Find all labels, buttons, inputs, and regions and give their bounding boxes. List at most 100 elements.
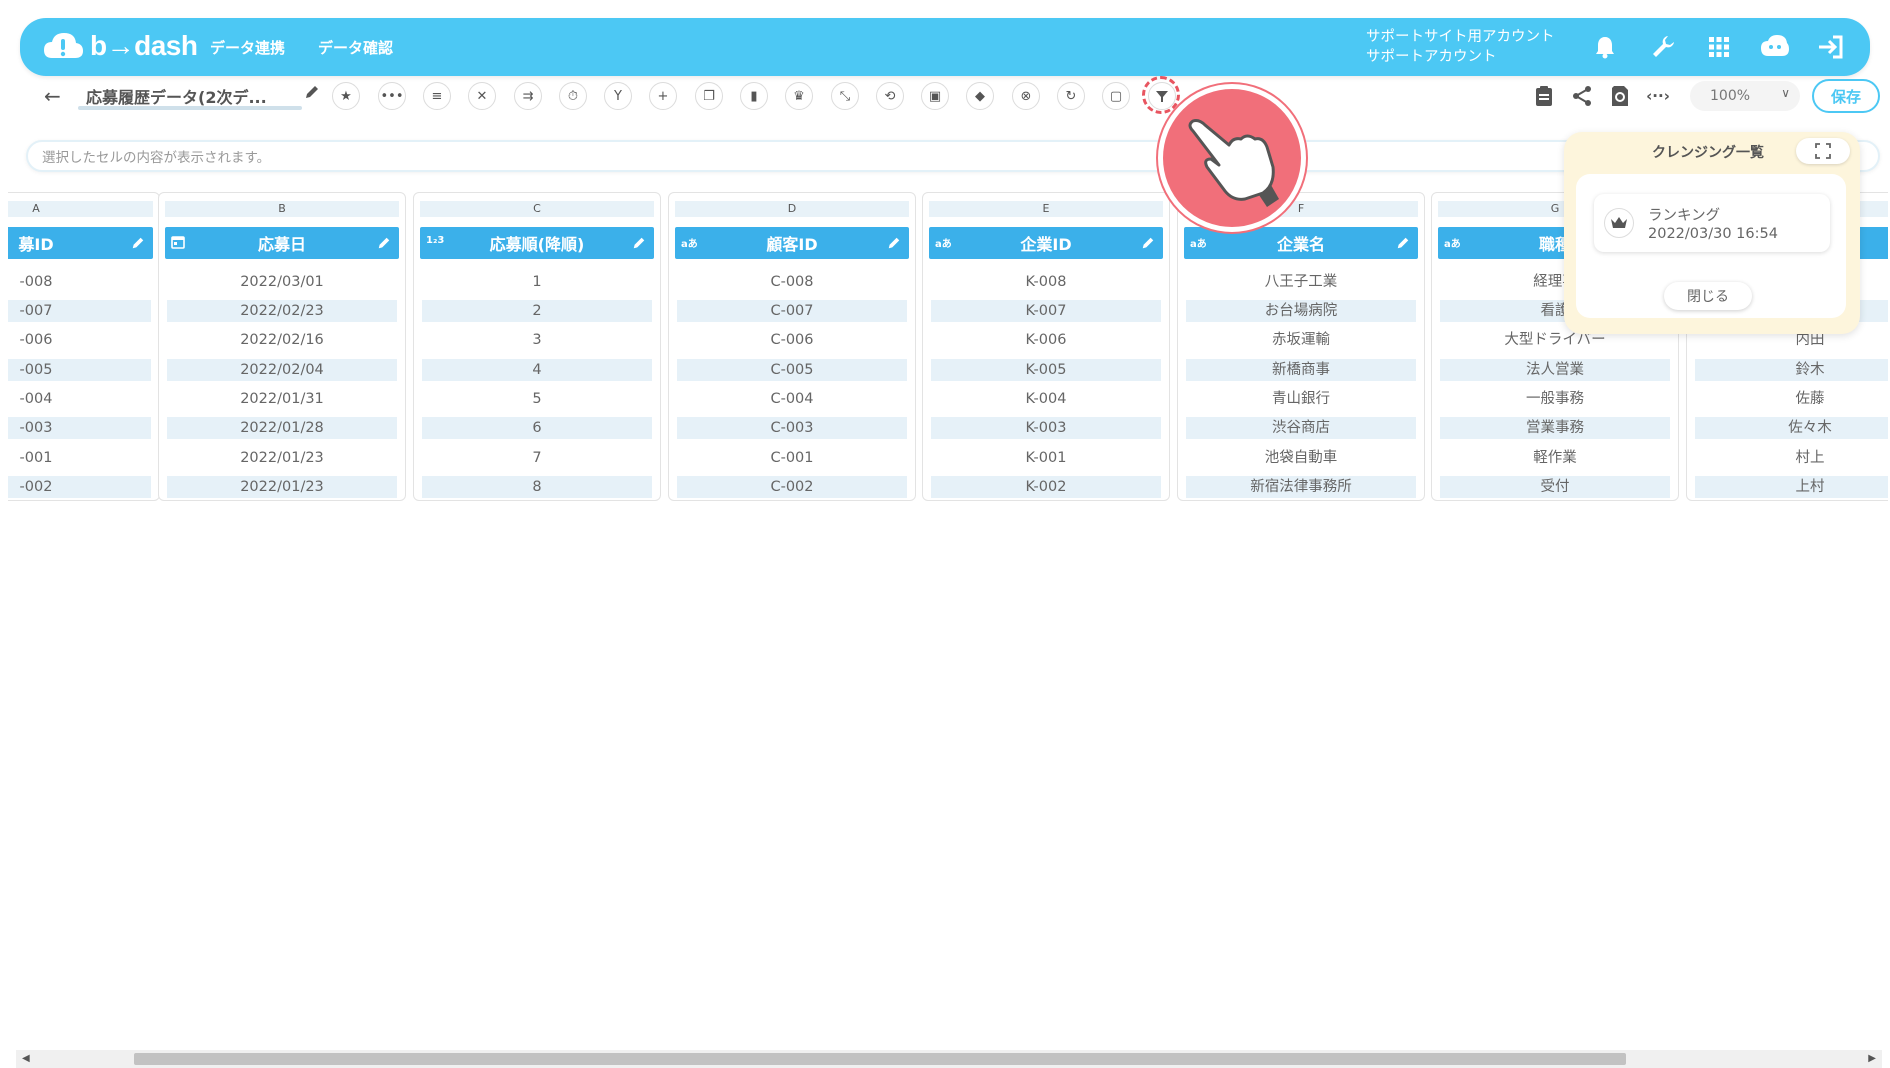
column-a[interactable]: A 募ID -008 -007 -006 -005 -004 -003 -001 -002 — [8, 192, 160, 501]
compress-icon[interactable]: ⤡ — [831, 82, 859, 110]
table-cell[interactable]: 2022/01/23 — [167, 476, 397, 498]
table-cell[interactable]: 鈴木 — [1695, 359, 1888, 381]
column-f[interactable]: Faあ 企業名 八王子工業 お台場病院 赤坂運輸 新橋商事 青山銀行 渋谷商店 池袋自動車 新宿法… — [1177, 192, 1425, 501]
column-letter[interactable]: B — [165, 201, 399, 217]
cleansing-item[interactable]: ランキング 2022/03/30 16:54 — [1594, 194, 1830, 252]
tools-icon[interactable]: ✕ — [468, 82, 496, 110]
table-cell[interactable]: C-004 — [677, 388, 907, 410]
edit-title-icon[interactable] — [304, 84, 320, 104]
table-cell[interactable]: 佐藤 — [1695, 388, 1888, 410]
edit-column-icon[interactable] — [632, 235, 646, 254]
table-cell[interactable]: 新宿法律事務所 — [1186, 476, 1416, 498]
frame-icon[interactable]: ▢ — [1102, 82, 1130, 110]
column-letter[interactable]: C — [420, 201, 654, 217]
table-cell[interactable]: C-008 — [677, 271, 907, 293]
lock-icon[interactable]: ▣ — [921, 82, 949, 110]
table-cell[interactable]: K-001 — [931, 447, 1161, 469]
table-cell[interactable]: 受付 — [1440, 476, 1670, 498]
column-letter[interactable]: D — [675, 201, 909, 217]
edit-column-icon[interactable] — [1141, 235, 1155, 254]
more-icon[interactable]: ••• — [378, 82, 406, 110]
table-cell[interactable]: K-003 — [931, 417, 1161, 439]
refresh-icon[interactable]: ↻ — [1057, 82, 1085, 110]
table-cell[interactable]: 2022/01/23 — [167, 447, 397, 469]
column-header[interactable]: aあ 企業名 — [1184, 227, 1418, 259]
box-icon[interactable]: ◆ — [966, 82, 994, 110]
bdash-logo[interactable]: b→dash — [42, 26, 198, 66]
support-chat-icon[interactable] — [1760, 32, 1790, 62]
table-cell[interactable]: -008 — [8, 271, 151, 293]
close-button[interactable]: 閉じる — [1664, 282, 1752, 310]
table-cell[interactable]: -005 — [8, 359, 151, 381]
table-cell[interactable]: K-004 — [931, 388, 1161, 410]
table-cell[interactable]: C-006 — [677, 329, 907, 351]
scroll-right-icon[interactable]: ▶ — [1868, 1053, 1876, 1064]
table-cell[interactable]: -006 — [8, 329, 151, 351]
nav-data-check[interactable]: データ確認 — [318, 18, 393, 76]
table-cell[interactable]: 軽作業 — [1440, 447, 1670, 469]
edit-column-icon[interactable] — [1396, 235, 1410, 254]
bell-icon[interactable] — [1590, 32, 1620, 62]
logout-icon[interactable] — [1816, 32, 1846, 62]
scroll-left-icon[interactable]: ◀ — [22, 1053, 30, 1064]
table-cell[interactable]: C-003 — [677, 417, 907, 439]
edit-column-icon[interactable] — [887, 235, 901, 254]
table-cell[interactable]: お台場病院 — [1186, 300, 1416, 322]
table-cell[interactable]: 7 — [422, 447, 652, 469]
table-cell[interactable]: 一般事務 — [1440, 388, 1670, 410]
table-cell[interactable]: 青山銀行 — [1186, 388, 1416, 410]
table-cell[interactable]: 渋谷商店 — [1186, 417, 1416, 439]
column-e[interactable]: Eaあ 企業ID K-008 K-007 K-006 K-005 K-004 K-003 K-0… — [922, 192, 1170, 501]
copy-icon[interactable]: ❐ — [695, 82, 723, 110]
arrow-left-icon[interactable]: ← — [44, 84, 61, 108]
star-icon[interactable]: ★ — [332, 82, 360, 110]
merge-icon[interactable]: ⇉ — [514, 82, 542, 110]
timer-icon[interactable]: ⏱ — [559, 82, 587, 110]
table-cell[interactable]: C-002 — [677, 476, 907, 498]
table-cell[interactable]: 8 — [422, 476, 652, 498]
column-header[interactable]: 募ID — [8, 227, 153, 259]
crown-icon[interactable]: ♛ — [785, 82, 813, 110]
table-cell[interactable]: C-007 — [677, 300, 907, 322]
column-header[interactable]: aあ 顧客ID — [675, 227, 909, 259]
table-cell[interactable]: 上村 — [1695, 476, 1888, 498]
table-cell[interactable]: K-007 — [931, 300, 1161, 322]
table-cell[interactable]: -007 — [8, 300, 151, 322]
table-cell[interactable]: K-006 — [931, 329, 1161, 351]
column-header[interactable]: 応募日 — [165, 227, 399, 259]
apps-grid-icon[interactable] — [1704, 32, 1734, 62]
table-cell[interactable]: -002 — [8, 476, 151, 498]
column-c[interactable]: C 1₂3 応募順(降順) 1 2 3 4 5 6 7 8 — [413, 192, 661, 501]
table-cell[interactable]: 2022/01/28 — [167, 417, 397, 439]
save-button[interactable]: 保存 — [1812, 79, 1880, 113]
table-cell[interactable]: 2022/03/01 — [167, 271, 397, 293]
table-cell[interactable]: K-008 — [931, 271, 1161, 293]
column-b[interactable]: B 応募日 2022/03/01 2022/02/23 2022/02/16 2022/0… — [158, 192, 406, 501]
code-icon[interactable]: ‹··› — [1644, 82, 1672, 110]
scrollbar-thumb[interactable] — [134, 1053, 1626, 1065]
table-cell[interactable]: 新橋商事 — [1186, 359, 1416, 381]
expand-icon[interactable] — [1796, 138, 1850, 164]
table-cell[interactable]: K-002 — [931, 476, 1161, 498]
table-cell[interactable]: 2022/01/31 — [167, 388, 397, 410]
edit-column-icon[interactable] — [131, 235, 145, 254]
table-cell[interactable]: 3 — [422, 329, 652, 351]
column-letter[interactable]: E — [929, 201, 1163, 217]
table-cell[interactable]: 2022/02/23 — [167, 300, 397, 322]
repeat-icon[interactable]: ⟲ — [876, 82, 904, 110]
column-d[interactable]: Daあ 顧客ID C-008 C-007 C-006 C-005 C-004 C-003 C-0… — [668, 192, 916, 501]
horizontal-scrollbar[interactable]: ◀ ▶ — [16, 1050, 1882, 1068]
table-cell[interactable]: 2022/02/16 — [167, 329, 397, 351]
table-cell[interactable]: 営業事務 — [1440, 417, 1670, 439]
account-info[interactable]: サポートサイト用アカウント サポートアカウント — [1366, 27, 1555, 67]
history-icon[interactable] — [1606, 82, 1634, 110]
clipboard-icon[interactable] — [1530, 82, 1558, 110]
table-cell[interactable]: K-005 — [931, 359, 1161, 381]
table-cell[interactable]: -001 — [8, 447, 151, 469]
column-header[interactable]: aあ 企業ID — [929, 227, 1163, 259]
share-icon[interactable] — [1568, 82, 1596, 110]
cancel-icon[interactable]: ⊗ — [1012, 82, 1040, 110]
branch-icon[interactable]: Y — [604, 82, 632, 110]
nav-data-integration[interactable]: データ連携 — [210, 18, 285, 76]
column-letter[interactable]: A — [8, 201, 153, 217]
